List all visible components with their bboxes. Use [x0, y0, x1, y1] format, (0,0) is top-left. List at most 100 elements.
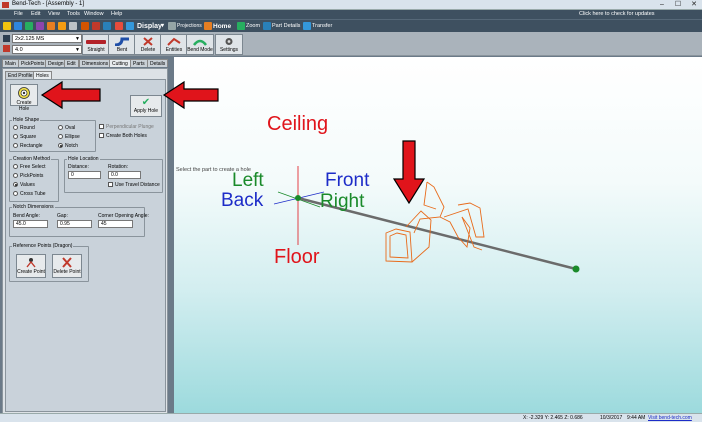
home-button[interactable]: Home: [213, 21, 231, 32]
red-arrow-left-icon: [40, 80, 101, 110]
rotation-input[interactable]: 0.0: [108, 171, 141, 179]
radio-notch[interactable]: Notch: [58, 143, 78, 149]
maximize-button[interactable]: ☐: [670, 0, 686, 10]
menu-file[interactable]: File: [14, 11, 23, 17]
bent-button[interactable]: Bent: [108, 34, 136, 55]
bend-mode-button[interactable]: Bend Mode: [186, 34, 214, 55]
open-icon[interactable]: [14, 22, 22, 30]
window-title: Bend-Tech - [Assembly - 1]: [12, 1, 85, 7]
menu-bar: File Edit View Tools Window Help Click h…: [0, 10, 702, 19]
delete-point-button[interactable]: Delete Point: [52, 254, 82, 278]
radio-dot: [58, 125, 63, 131]
radio-pickpoints[interactable]: PickPoints: [13, 173, 43, 179]
minimize-button[interactable]: –: [654, 0, 670, 10]
checkbox-box: [99, 124, 104, 130]
create-both-holes-checkbox[interactable]: Create Both Holes: [99, 133, 147, 139]
hole-location-title: Hole Location: [67, 156, 100, 162]
tab-parts[interactable]: Parts: [130, 59, 148, 67]
create-point-label: Create Point: [17, 269, 45, 275]
checkbox-box: [108, 182, 113, 188]
projections-button[interactable]: Projections: [177, 21, 202, 32]
display-button[interactable]: Display: [137, 21, 162, 32]
checkbox-label: Perpendicular Plunge: [106, 124, 154, 130]
redo-icon[interactable]: [92, 22, 100, 30]
cutting-tab-page: End Profiles Holes Create Hole ✔ Apply H…: [2, 68, 168, 414]
new-file-icon[interactable]: [3, 22, 11, 30]
entities-button[interactable]: Entities: [160, 34, 188, 55]
bend-angle-input[interactable]: 45.0: [13, 220, 48, 228]
creation-method-group: Creation Method Free Select PickPoints V…: [9, 156, 59, 202]
radius-select[interactable]: 4.0 ▼: [12, 45, 82, 54]
radio-label: Round: [20, 125, 35, 131]
menu-view[interactable]: View: [48, 11, 60, 17]
tab-holes[interactable]: Holes: [33, 71, 52, 79]
tab-details[interactable]: Details: [147, 59, 169, 67]
use-travel-distance-checkbox[interactable]: Use Travel Distance: [108, 182, 160, 188]
radio-oval[interactable]: Oval: [58, 125, 75, 131]
menu-edit[interactable]: Edit: [31, 11, 40, 17]
radio-label: Values: [20, 182, 35, 188]
delete-icon: [139, 37, 157, 46]
chair-part-outline: [385, 181, 485, 263]
title-bar: Bend-Tech - [Assembly - 1] – ☐ ✕: [0, 0, 702, 10]
calculator-icon[interactable]: [103, 22, 111, 30]
left-label: Left: [232, 170, 264, 191]
corner-opening-input[interactable]: 45: [98, 220, 133, 228]
target-icon: [18, 87, 30, 99]
distance-input[interactable]: 0: [68, 171, 101, 179]
zoom-button[interactable]: Zoom: [246, 21, 260, 32]
menu-help[interactable]: Help: [111, 11, 122, 17]
tab-main[interactable]: Main: [2, 59, 19, 67]
radius-icon: [3, 45, 10, 52]
menu-tools[interactable]: Tools: [67, 11, 80, 17]
settings-label: Settings: [219, 47, 239, 53]
tube-select[interactable]: 2x2.125 MS ▼: [12, 34, 82, 43]
tab-dimensions[interactable]: Dimensions: [79, 59, 112, 67]
tube-select-value: 2x2.125 MS: [15, 36, 45, 42]
bent-tube-icon: [113, 37, 131, 47]
radio-rectangle[interactable]: Rectangle: [13, 143, 43, 149]
radio-square[interactable]: Square: [13, 134, 36, 140]
delete-button[interactable]: Delete: [134, 34, 162, 55]
viewport-3d[interactable]: Select the part to create a hole Ceiling…: [174, 57, 702, 414]
checkbox-label: Create Both Holes: [106, 133, 147, 139]
entities-icon: [165, 37, 183, 46]
tab-edit[interactable]: Edit: [64, 59, 79, 67]
radio-round[interactable]: Round: [13, 125, 35, 131]
help-icon[interactable]: [115, 22, 123, 30]
export-icon[interactable]: [36, 22, 44, 30]
transfer-button[interactable]: Transfer: [312, 21, 332, 32]
radio-label: Square: [20, 134, 37, 140]
print-icon[interactable]: [47, 22, 55, 30]
undo-icon[interactable]: [81, 22, 89, 30]
radio-label: Free Select: [20, 164, 46, 170]
transfer-icon: [303, 22, 311, 30]
save-icon[interactable]: [25, 22, 33, 30]
tab-cutting[interactable]: Cutting: [109, 59, 131, 67]
update-link[interactable]: Click here to check for updates: [579, 11, 655, 17]
tab-pickpoints[interactable]: PickPoints: [18, 59, 48, 67]
right-label: Right: [320, 191, 365, 212]
website-link[interactable]: Visit bend-tech.com: [648, 415, 692, 421]
perpendicular-plunge-checkbox[interactable]: Perpendicular Plunge: [99, 124, 154, 130]
create-point-button[interactable]: Create Point: [16, 254, 46, 278]
settings-icon[interactable]: [69, 22, 77, 30]
radio-cross-tube[interactable]: Cross Tube: [13, 191, 46, 197]
radio-values[interactable]: Values: [13, 182, 35, 188]
settings-button[interactable]: Settings: [215, 34, 243, 55]
straight-button[interactable]: Straight: [82, 34, 110, 55]
tube-start-point[interactable]: [295, 195, 301, 201]
close-button[interactable]: ✕: [686, 0, 702, 10]
part-details-button[interactable]: Part Details: [272, 21, 300, 32]
tube-end-point[interactable]: [572, 265, 580, 273]
apply-hole-button[interactable]: ✔ Apply Hole: [130, 95, 162, 117]
radio-ellipse[interactable]: Ellipse: [58, 134, 80, 140]
radio-free-select[interactable]: Free Select: [13, 164, 46, 170]
create-hole-button[interactable]: Create Hole: [10, 84, 38, 112]
gap-input[interactable]: 0.95: [57, 220, 92, 228]
display-dropdown-icon[interactable]: ▾: [161, 21, 164, 32]
menu-window[interactable]: Window: [84, 11, 104, 17]
status-bar: X: -2.329 Y: 2.465 Z: 0.686 10/3/2017 9:…: [0, 413, 702, 422]
radio-dot: [13, 143, 18, 149]
folder-icon[interactable]: [58, 22, 66, 30]
